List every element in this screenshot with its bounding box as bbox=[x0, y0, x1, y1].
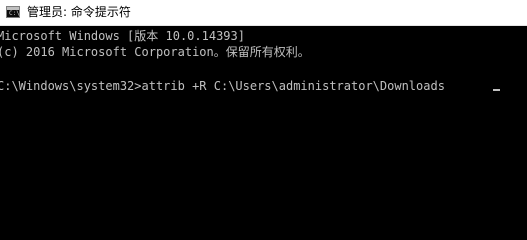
window-title: 管理员: 命令提示符 bbox=[27, 5, 131, 19]
console-line: (c) 2016 Microsoft Corporation。保留所有权利。 bbox=[0, 45, 310, 59]
title-bar[interactable]: C:\ 管理员: 命令提示符 bbox=[0, 0, 527, 26]
command-prompt-window: C:\ 管理员: 命令提示符 Microsoft Windows [版本 10.… bbox=[0, 0, 527, 221]
command-line[interactable]: C:\Windows\system32>attrib +R C:\Users\a… bbox=[0, 78, 445, 94]
text-cursor bbox=[493, 89, 500, 91]
console-output[interactable]: Microsoft Windows [版本 10.0.14393] (c) 20… bbox=[0, 28, 527, 221]
console-icon: C:\ bbox=[6, 6, 20, 18]
console-line: Microsoft Windows [版本 10.0.14393] bbox=[0, 29, 245, 43]
